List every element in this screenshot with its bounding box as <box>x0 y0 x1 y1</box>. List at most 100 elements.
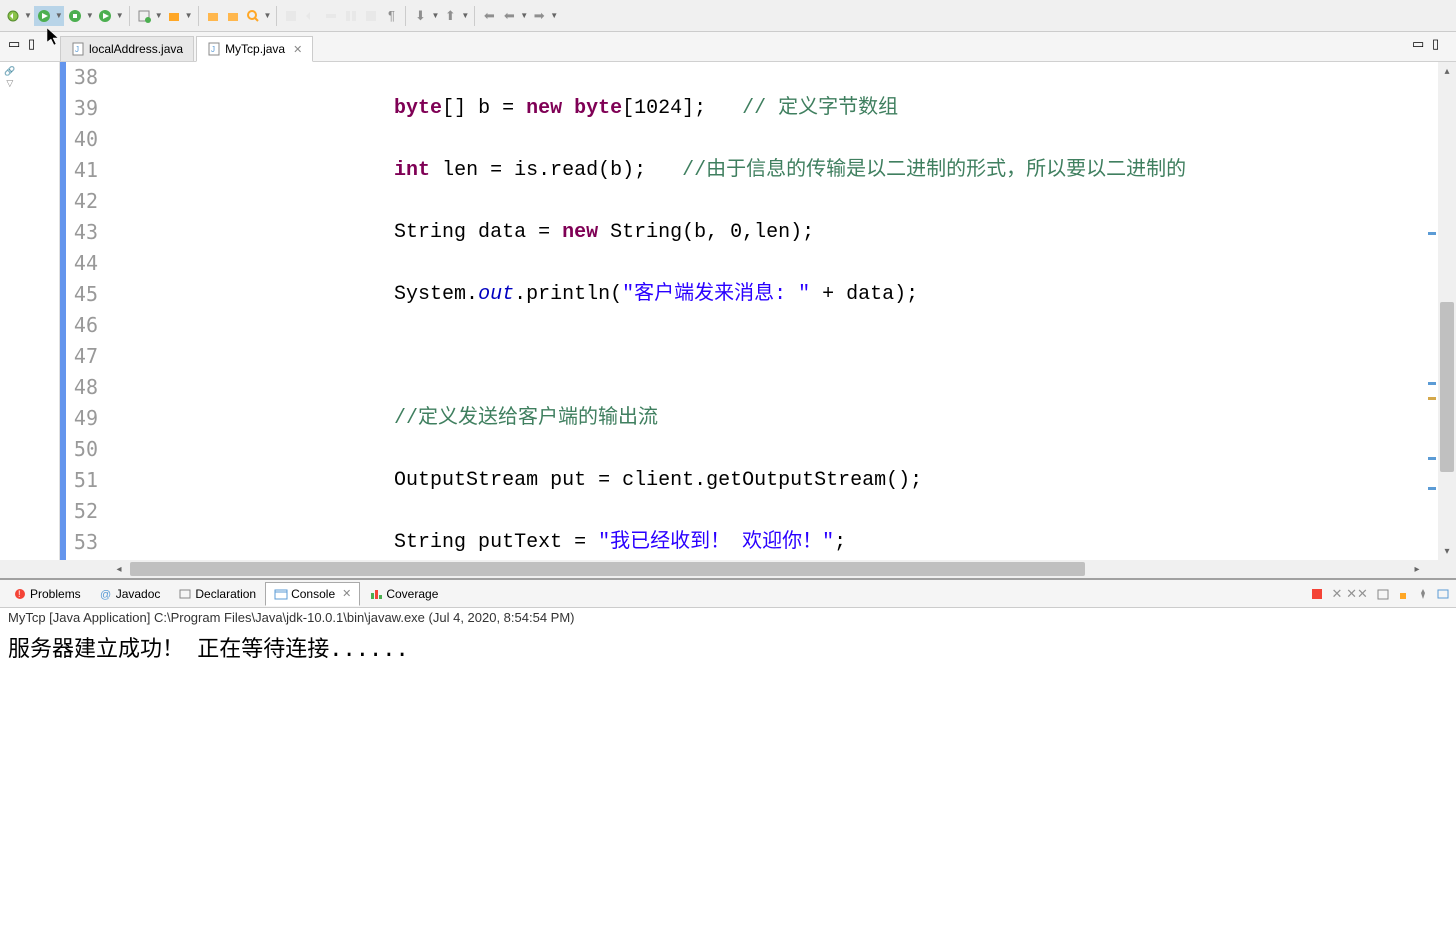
left-gutter: 🔗 ▽ <box>0 62 60 560</box>
open-task-icon[interactable] <box>224 7 242 25</box>
scroll-down-icon[interactable]: ▾ <box>1438 542 1456 560</box>
line-number: 53 <box>66 527 98 558</box>
line-number: 46 <box>66 310 98 341</box>
prev-annotation-icon[interactable]: ⬆ <box>441 7 459 25</box>
editor-tab-bar: ▭ ▯ J localAddress.java J MyTcp.java ✕ ▭… <box>0 32 1456 62</box>
vertical-scrollbar[interactable]: ▴ ▾ <box>1438 62 1456 560</box>
horizontal-scrollbar[interactable]: ◂ ▸ <box>0 560 1456 578</box>
dropdown-arrow-icon[interactable]: ▼ <box>155 11 163 20</box>
panel-tab-label: Javadoc <box>116 587 161 601</box>
tab-declaration[interactable]: Declaration <box>169 582 265 606</box>
dropdown-arrow-icon[interactable]: ▼ <box>431 11 439 20</box>
svg-text:J: J <box>75 45 79 54</box>
line-number: 44 <box>66 248 98 279</box>
link-editor-icon[interactable]: 🔗 <box>0 66 20 78</box>
marker-icon[interactable] <box>1428 487 1436 490</box>
remove-all-icon[interactable]: ✕✕ <box>1348 585 1366 603</box>
scroll-left-icon[interactable]: ◂ <box>110 564 128 575</box>
line-number: 49 <box>66 403 98 434</box>
new-class-icon[interactable] <box>135 7 153 25</box>
tab-mytcp[interactable]: J MyTcp.java ✕ <box>196 36 313 62</box>
remove-launch-icon[interactable]: ✕ <box>1328 585 1346 603</box>
scroll-up-icon[interactable]: ▴ <box>1438 62 1456 80</box>
console-output[interactable]: 服务器建立成功！ 正在等待连接...... <box>0 627 1456 879</box>
coverage-icon[interactable] <box>66 7 84 25</box>
scroll-right-icon[interactable]: ▸ <box>1408 564 1426 575</box>
show-whitespace-icon[interactable] <box>362 7 380 25</box>
collapse-all-icon[interactable]: ▽ <box>0 78 20 90</box>
line-number: 43 <box>66 217 98 248</box>
line-number: 38 <box>66 62 98 93</box>
back-history-icon[interactable]: ⬅ <box>500 7 518 25</box>
minimize-view-icon[interactable]: ▭ <box>8 36 24 52</box>
overview-ruler[interactable] <box>1426 62 1438 560</box>
line-number: 45 <box>66 279 98 310</box>
dropdown-arrow-icon[interactable]: ▼ <box>55 11 63 20</box>
marker-icon[interactable] <box>1428 457 1436 460</box>
marker-icon[interactable] <box>1428 382 1436 385</box>
panel-tab-label: Declaration <box>195 587 256 601</box>
line-number: 42 <box>66 186 98 217</box>
tab-console[interactable]: Console ✕ <box>265 582 360 606</box>
line-number: 47 <box>66 341 98 372</box>
java-file-icon: J <box>207 42 221 56</box>
toolbar-separator <box>129 6 130 26</box>
restore-view-icon[interactable]: ▯ <box>28 36 44 52</box>
terminate-icon[interactable] <box>1308 585 1326 603</box>
line-number: 41 <box>66 155 98 186</box>
toolbar-separator <box>198 6 199 26</box>
dropdown-arrow-icon[interactable]: ▼ <box>185 11 193 20</box>
scroll-thumb[interactable] <box>130 562 1085 576</box>
toggle-highlight-icon[interactable] <box>282 7 300 25</box>
code-editor[interactable]: byte[] b = new byte[1024]; // 定义字节数组 int… <box>102 62 1456 560</box>
panel-tab-label: Problems <box>30 587 81 601</box>
mark-occurrences-icon[interactable] <box>322 7 340 25</box>
dropdown-arrow-icon[interactable]: ▼ <box>264 11 272 20</box>
pin-console-icon[interactable] <box>1414 585 1432 603</box>
svg-text:@: @ <box>100 589 111 601</box>
next-annotation-icon[interactable]: ⬇ <box>411 7 429 25</box>
toolbar-separator <box>474 6 475 26</box>
dropdown-arrow-icon[interactable]: ▼ <box>86 11 94 20</box>
scroll-thumb[interactable] <box>1440 302 1454 472</box>
search-icon[interactable] <box>244 7 262 25</box>
open-type-icon[interactable] <box>204 7 222 25</box>
tab-localaddress[interactable]: J localAddress.java <box>60 36 194 61</box>
panel-tab-label: Coverage <box>386 587 438 601</box>
dropdown-arrow-icon[interactable]: ▼ <box>461 11 469 20</box>
minimize-icon[interactable]: ▭ <box>1412 36 1428 52</box>
run-icon[interactable] <box>35 7 53 25</box>
clear-console-icon[interactable] <box>1374 585 1392 603</box>
dropdown-arrow-icon[interactable]: ▼ <box>116 11 124 20</box>
java-file-icon: J <box>71 42 85 56</box>
forward-icon[interactable]: ➡ <box>530 7 548 25</box>
tab-coverage[interactable]: Coverage <box>360 582 447 606</box>
line-number: 40 <box>66 124 98 155</box>
maximize-icon[interactable]: ▯ <box>1432 36 1448 52</box>
dropdown-arrow-icon[interactable]: ▼ <box>550 11 558 20</box>
tab-javadoc[interactable]: @ Javadoc <box>90 582 170 606</box>
back-icon[interactable]: ⬅ <box>480 7 498 25</box>
line-number: 50 <box>66 434 98 465</box>
marker-icon[interactable] <box>1428 397 1436 400</box>
dropdown-arrow-icon[interactable]: ▼ <box>24 11 32 20</box>
line-number: 39 <box>66 93 98 124</box>
console-header: MyTcp [Java Application] C:\Program File… <box>0 608 1456 627</box>
debug-icon[interactable] <box>4 7 22 25</box>
declaration-icon <box>178 587 192 601</box>
scroll-lock-icon[interactable] <box>1394 585 1412 603</box>
tab-problems[interactable]: ! Problems <box>4 582 90 606</box>
new-package-icon[interactable] <box>165 7 183 25</box>
dropdown-arrow-icon[interactable]: ▼ <box>520 11 528 20</box>
svg-text:J: J <box>211 45 215 54</box>
close-tab-icon[interactable]: ✕ <box>342 587 351 600</box>
run-last-icon[interactable] <box>96 7 114 25</box>
display-console-icon[interactable] <box>1434 585 1452 603</box>
block-selection-icon[interactable] <box>342 7 360 25</box>
close-tab-icon[interactable]: ✕ <box>293 43 302 56</box>
pilcrow-icon[interactable]: ¶ <box>382 7 400 25</box>
toggle-breadcrumb-icon[interactable] <box>302 7 320 25</box>
marker-icon[interactable] <box>1428 232 1436 235</box>
console-icon <box>274 587 288 601</box>
panel-tab-label: Console <box>291 587 335 601</box>
